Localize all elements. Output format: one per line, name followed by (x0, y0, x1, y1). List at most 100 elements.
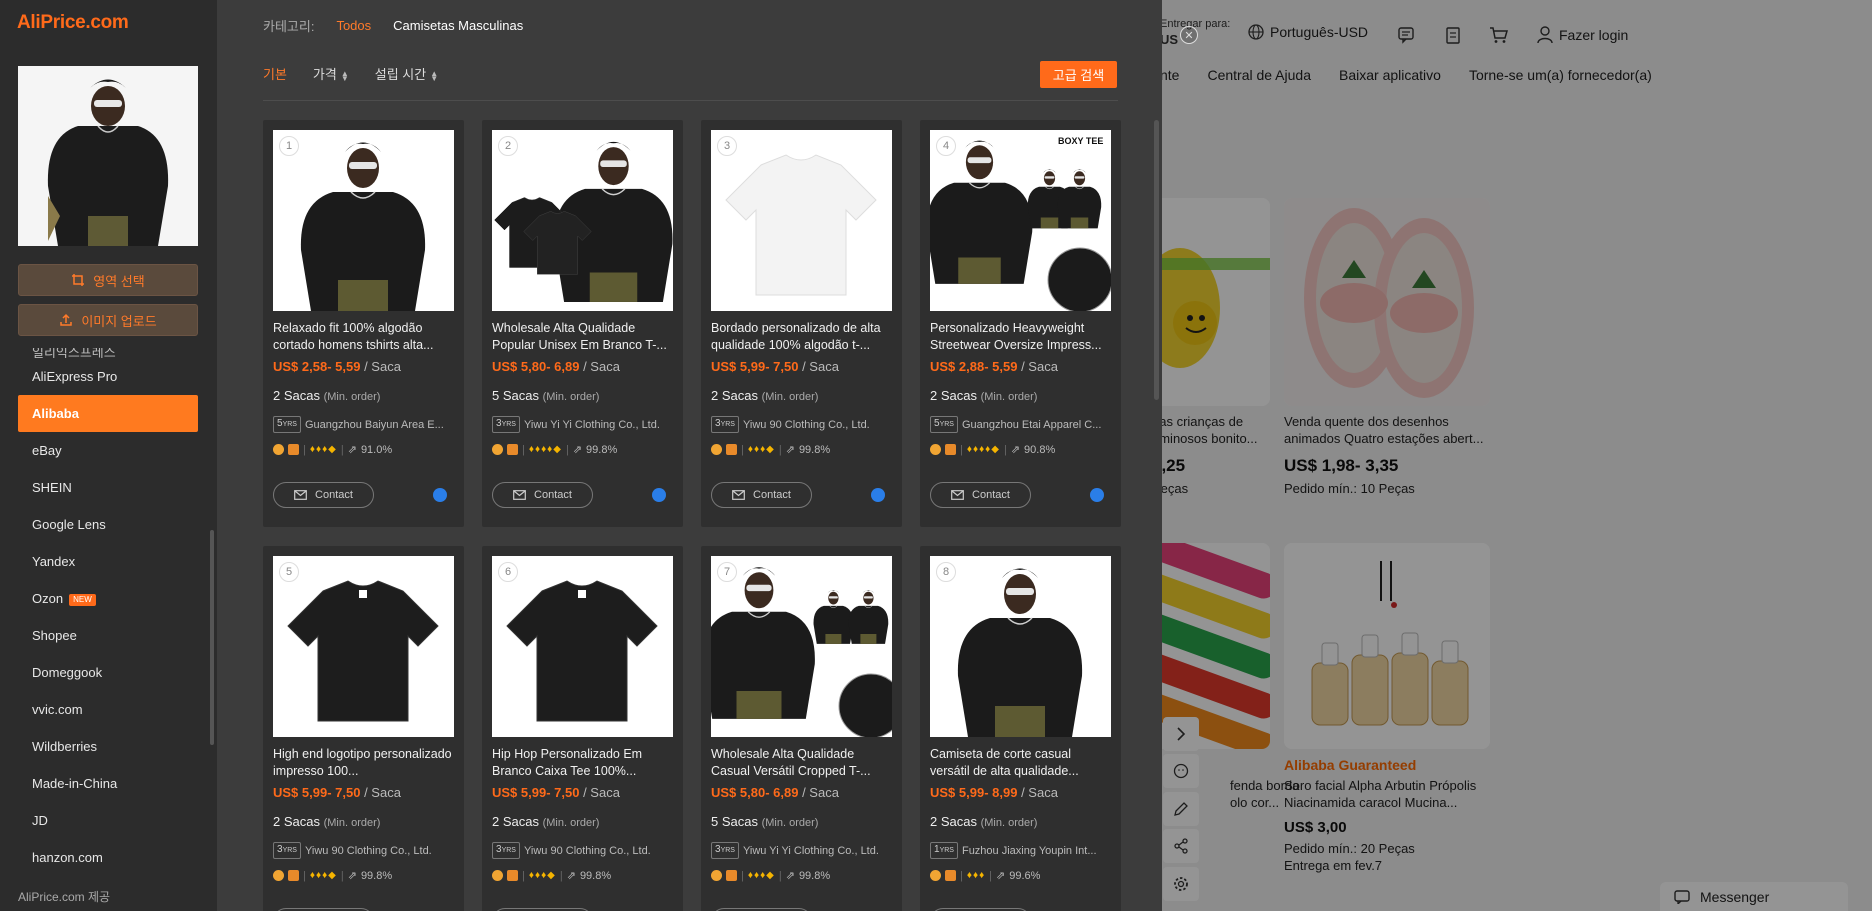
share-rate-icon: ⇗ (785, 870, 795, 882)
product-card[interactable]: 2 Wholesale Alta Qualidade Popular Unise… (482, 120, 683, 527)
source-item[interactable]: AliExpress Pro (0, 358, 217, 395)
response-rate: 99.8% (579, 869, 612, 882)
product-title[interactable]: Bordado personalizado de alta qualidade … (711, 320, 892, 354)
source-item[interactable]: JD (0, 802, 217, 839)
product-image[interactable]: 8 (930, 556, 1111, 737)
product-card[interactable]: 1 Relaxado fit 100% algodão cortado home… (263, 120, 464, 527)
aliprice-logo[interactable]: AliPrice.com (17, 12, 129, 34)
product-card[interactable]: 4 BOXY TEE Personalizado Heavyweight Str… (920, 120, 1121, 527)
rating-gems-icon: ♦♦♦◆ (309, 870, 337, 881)
supplier-years-badge: 3YRS (492, 842, 520, 859)
separator: | (1003, 443, 1007, 456)
product-title[interactable]: High end logotipo personalizado impresso… (273, 746, 454, 780)
supplier-name[interactable]: Yiwu Yi Yi Clothing Co., Ltd. (743, 845, 879, 857)
product-title[interactable]: Camiseta de corte casual versátil de alt… (930, 746, 1111, 780)
select-area-button[interactable]: 영역 선택 (18, 264, 198, 296)
contact-button[interactable]: Contact (711, 482, 812, 508)
product-image[interactable]: 7 (711, 556, 892, 737)
supplier-name[interactable]: Yiwu 90 Clothing Co., Ltd. (743, 419, 870, 431)
product-image[interactable]: 3 (711, 130, 892, 311)
response-rate: 99.8% (798, 443, 831, 456)
min-order-label: (Min. order) (323, 391, 381, 403)
source-item-partial[interactable]: 일리익스프레스 (0, 348, 217, 358)
supplier-name[interactable]: Fuzhou Jiaxing Youpin Int... (962, 845, 1097, 857)
product-title[interactable]: Relaxado fit 100% algodão cortado homens… (273, 320, 454, 354)
source-item[interactable]: Yandex (0, 543, 217, 580)
price-range: US$ 5,99- 7,50 (492, 785, 580, 800)
min-order-label: (Min. order) (980, 817, 1038, 829)
source-item[interactable]: Ozon NEW (0, 580, 217, 617)
verified-icon (492, 870, 503, 881)
product-title[interactable]: Wholesale Alta Qualidade Casual Versátil… (711, 746, 892, 780)
separator: | (778, 869, 782, 882)
product-card[interactable]: 5 High end logotipo personalizado impres… (263, 546, 464, 911)
source-item-label: AliExpress Pro (32, 369, 118, 384)
trade-assurance-icon (726, 870, 737, 881)
product-card[interactable]: 6 Hip Hop Personalizado Em Branco Caixa … (482, 546, 683, 911)
supplier-years-badge: 3YRS (492, 416, 520, 433)
sort-price[interactable]: 가격 ▲ ▼ (313, 64, 349, 83)
product-title[interactable]: Personalizado Heavyweight Streetwear Ove… (930, 320, 1111, 354)
results-scrollbar[interactable] (1154, 120, 1159, 400)
product-title[interactable]: Wholesale Alta Qualidade Popular Unisex … (492, 320, 673, 354)
upload-image-button[interactable]: 이미지 업로드 (18, 304, 198, 336)
source-item[interactable]: eBay (0, 432, 217, 469)
supplier-name[interactable]: Yiwu 90 Clothing Co., Ltd. (524, 845, 651, 857)
supplier-name[interactable]: Guangzhou Baiyun Area E... (305, 419, 444, 431)
product-image[interactable]: 4 BOXY TEE (930, 130, 1111, 311)
price-unit: / Saca (802, 359, 839, 374)
category-current[interactable]: Camisetas Masculinas (393, 18, 523, 33)
product-card[interactable]: 7 Wholesale Alta Qualidade Casual Versát… (701, 546, 902, 911)
share-rate-icon: ⇗ (996, 870, 1006, 882)
min-order: 2 Sacas (Min. order) (711, 388, 818, 403)
supplier-badges: | ♦♦♦◆ | ⇗ 99.8% (711, 869, 830, 882)
supplier-badges: | ♦♦♦◆ | ⇗ 91.0% (273, 443, 392, 456)
chat-bubble-icon[interactable] (871, 488, 885, 502)
source-item[interactable]: Wildberries (0, 728, 217, 765)
trade-assurance-icon (945, 444, 956, 455)
chat-bubble-icon[interactable] (652, 488, 666, 502)
close-icon[interactable]: ✕ (1180, 26, 1198, 44)
contact-button[interactable]: Contact (492, 482, 593, 508)
supplier-years-badge: 3YRS (711, 842, 739, 859)
product-card[interactable]: 8 Camiseta de corte casual versátil de a… (920, 546, 1121, 911)
product-image[interactable]: 6 (492, 556, 673, 737)
rating-gems-icon: ♦♦♦◆ (309, 444, 337, 455)
product-card[interactable]: 3 Bordado personalizado de alta qualidad… (701, 120, 902, 527)
divider (263, 100, 1118, 101)
product-image[interactable]: 1 (273, 130, 454, 311)
contact-button[interactable]: Contact (273, 482, 374, 508)
product-image[interactable]: 2 (492, 130, 673, 311)
source-item[interactable]: Google Lens (0, 506, 217, 543)
contact-button[interactable]: Contact (930, 482, 1031, 508)
share-rate-icon: ⇗ (566, 870, 576, 882)
source-item[interactable]: SHEIN (0, 469, 217, 506)
advanced-search-button[interactable]: 고급 검색 (1040, 61, 1117, 88)
supplier-name[interactable]: Guangzhou Etai Apparel C... (962, 419, 1101, 431)
category-all[interactable]: Todos (336, 18, 371, 33)
source-item[interactable]: hanzon.com (0, 839, 217, 876)
separator: | (989, 869, 993, 882)
verified-icon (930, 870, 941, 881)
supplier-name[interactable]: Yiwu Yi Yi Clothing Co., Ltd. (524, 419, 660, 431)
product-image[interactable]: 5 (273, 556, 454, 737)
min-order-label: (Min. order) (980, 391, 1038, 403)
source-item[interactable]: Made-in-China (0, 765, 217, 802)
verified-icon (273, 870, 284, 881)
source-item[interactable]: Alibaba (18, 395, 198, 432)
product-title[interactable]: Hip Hop Personalizado Em Branco Caixa Te… (492, 746, 673, 780)
supplier-name[interactable]: Yiwu 90 Clothing Co., Ltd. (305, 845, 432, 857)
source-item[interactable]: Domeggook (0, 654, 217, 691)
sidebar-scrollbar[interactable] (210, 530, 214, 745)
sort-date[interactable]: 설립 시간 ▲ ▼ (375, 64, 438, 83)
chat-bubble-icon[interactable] (433, 488, 447, 502)
chat-bubble-icon[interactable] (1090, 488, 1104, 502)
sort-basic[interactable]: 기본 (263, 64, 287, 83)
separator: | (303, 869, 306, 882)
min-order-value: 5 Sacas (711, 814, 758, 829)
source-item[interactable]: Shopee (0, 617, 217, 654)
supplier-info: 3YRS Yiwu Yi Yi Clothing Co., Ltd. (711, 842, 892, 859)
rating-gems-icon: ♦♦♦ (966, 870, 986, 881)
source-item[interactable]: vvic.com (0, 691, 217, 728)
min-order: 2 Sacas (Min. order) (930, 388, 1037, 403)
